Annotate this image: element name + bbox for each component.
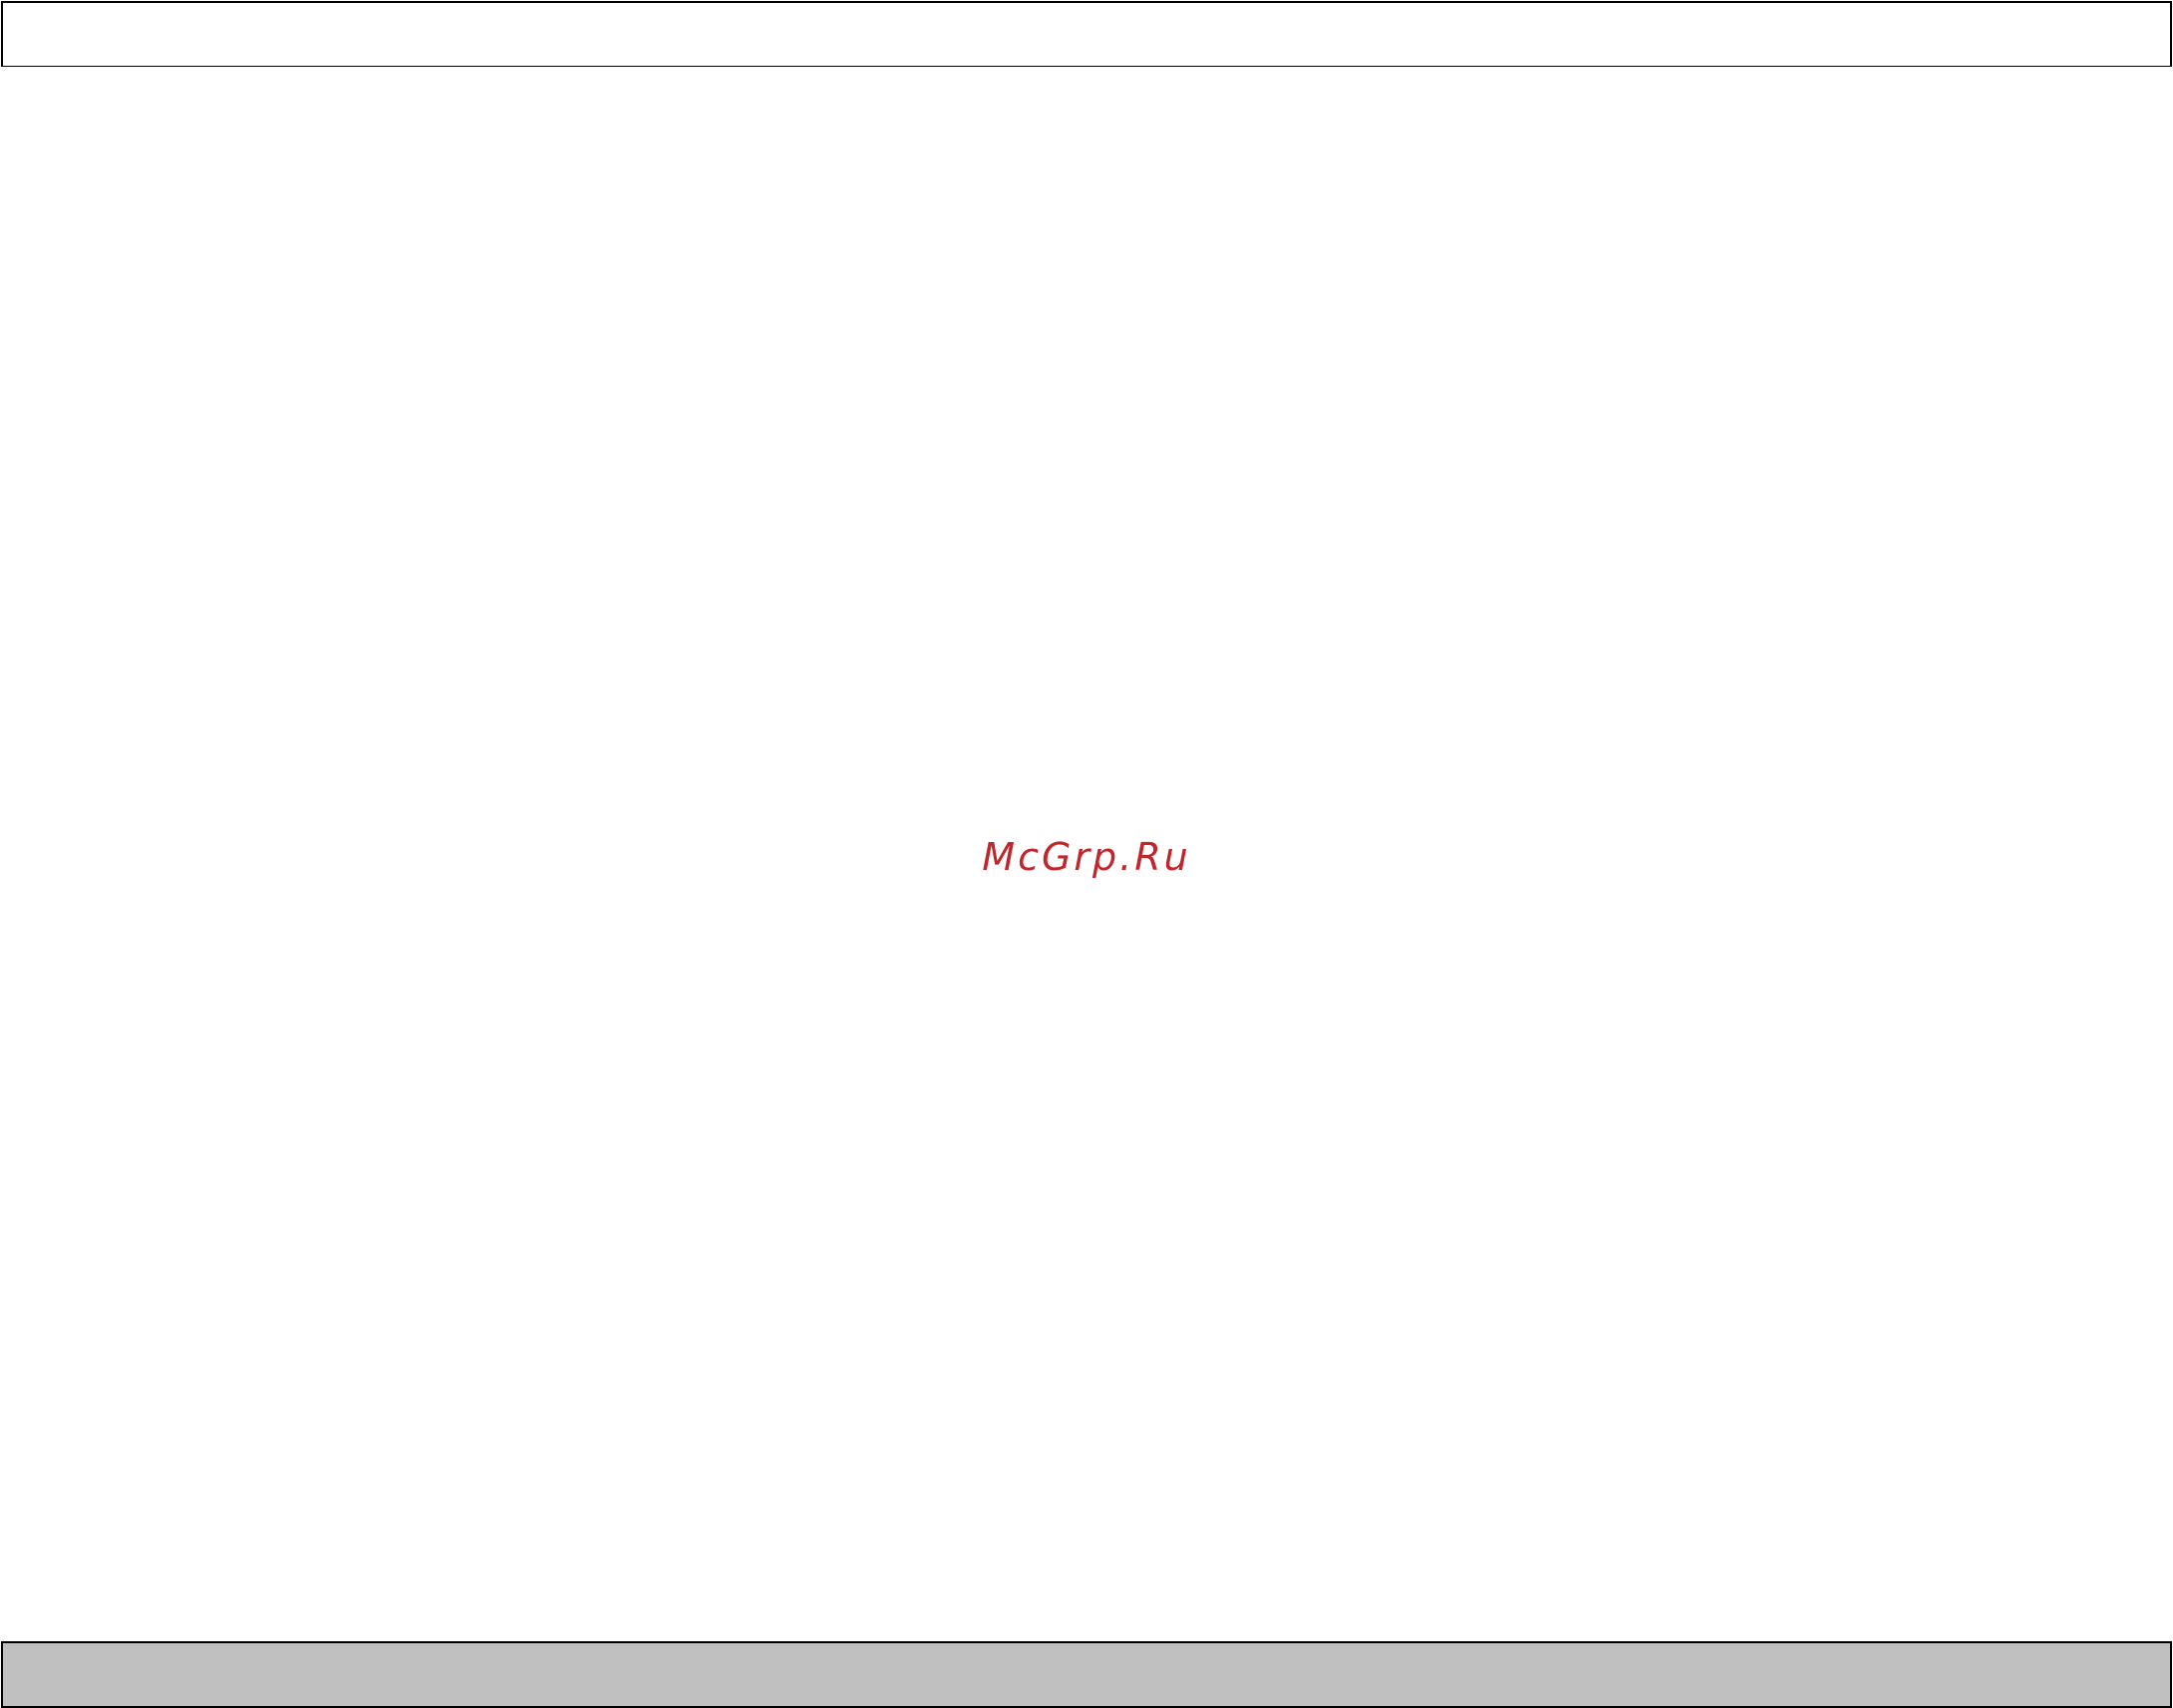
page-footer-bar <box>1 1641 2172 1708</box>
page-header-bar <box>1 1 2172 68</box>
watermark-text: McGrp.Ru <box>982 835 1191 879</box>
